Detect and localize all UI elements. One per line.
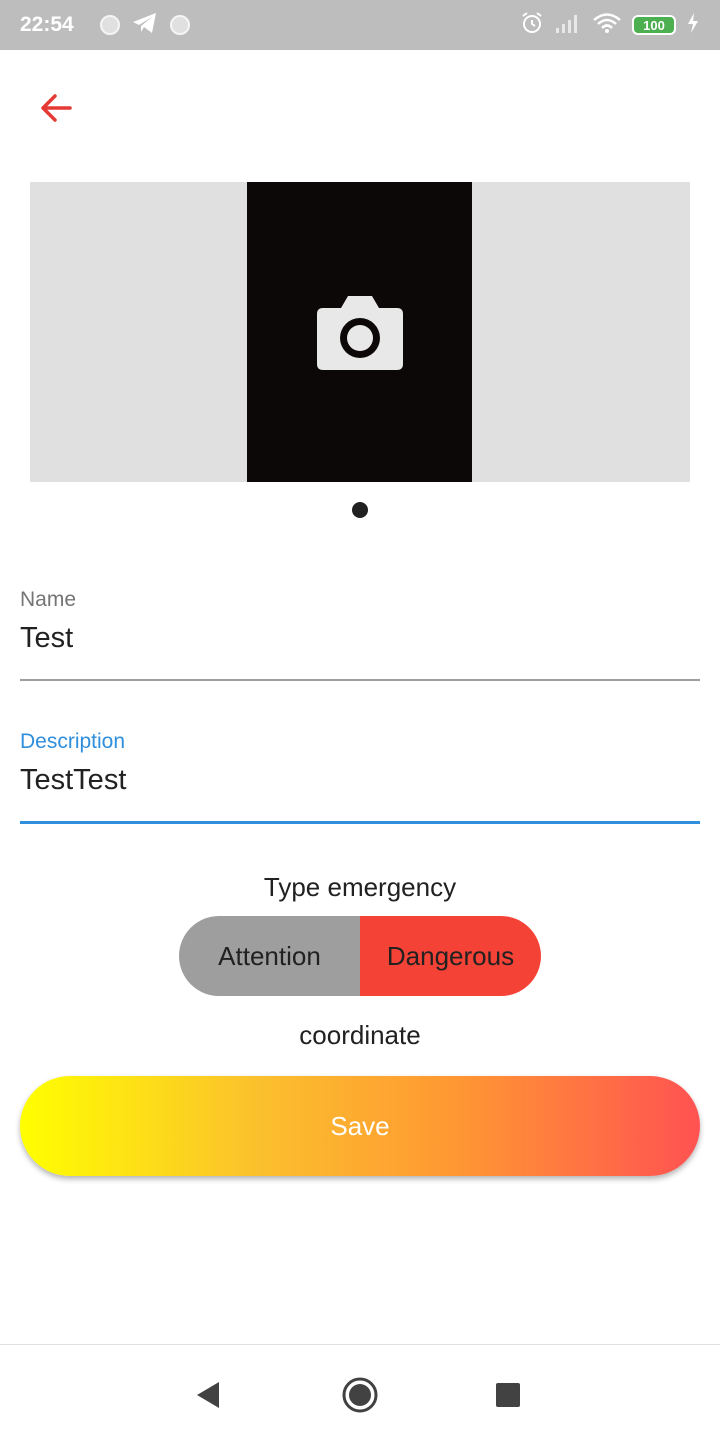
attention-option[interactable]: Attention: [179, 916, 360, 996]
name-field[interactable]: Name Test: [20, 588, 700, 681]
status-bar: 22:54 100: [0, 0, 720, 50]
dangerous-option[interactable]: Dangerous: [360, 916, 541, 996]
status-left: 22:54: [20, 12, 190, 39]
nav-back-button[interactable]: [188, 1375, 228, 1415]
photo-carousel[interactable]: [30, 182, 690, 482]
emergency-type-toggle: Attention Dangerous: [179, 916, 541, 996]
back-icon: [197, 1382, 219, 1408]
home-icon: [342, 1377, 378, 1413]
name-input[interactable]: Test: [20, 618, 700, 658]
arrow-left-icon: [41, 94, 72, 122]
name-label: Name: [20, 588, 77, 611]
battery-level: 100: [643, 17, 665, 33]
back-button[interactable]: [28, 80, 84, 136]
coordinate-label: coordinate: [299, 1020, 421, 1050]
signal-icon: [554, 12, 582, 39]
camera-icon: [316, 296, 403, 370]
emergency-type-title: Type emergency: [263, 872, 457, 902]
page-indicator-dot: [352, 502, 368, 518]
status-right: 100: [520, 11, 700, 40]
recents-icon: [496, 1383, 520, 1407]
wifi-icon: [592, 12, 622, 39]
notification-dot-icon: [169, 15, 190, 35]
charging-icon: [686, 12, 700, 39]
battery-icon: 100: [632, 15, 676, 35]
description-label: Description: [20, 730, 126, 753]
nav-home-button[interactable]: [340, 1375, 380, 1415]
navigation-bar: [0, 1344, 720, 1440]
description-field[interactable]: Description TestTest: [20, 730, 700, 824]
status-time: 22:54: [20, 13, 74, 36]
nav-recents-button[interactable]: [488, 1375, 528, 1415]
notification-dot-icon: [99, 15, 120, 35]
description-input[interactable]: TestTest: [20, 760, 700, 800]
add-photo-button[interactable]: [247, 182, 472, 482]
telegram-icon: [132, 12, 158, 39]
alarm-icon: [520, 11, 544, 40]
save-button[interactable]: Save: [20, 1076, 700, 1176]
